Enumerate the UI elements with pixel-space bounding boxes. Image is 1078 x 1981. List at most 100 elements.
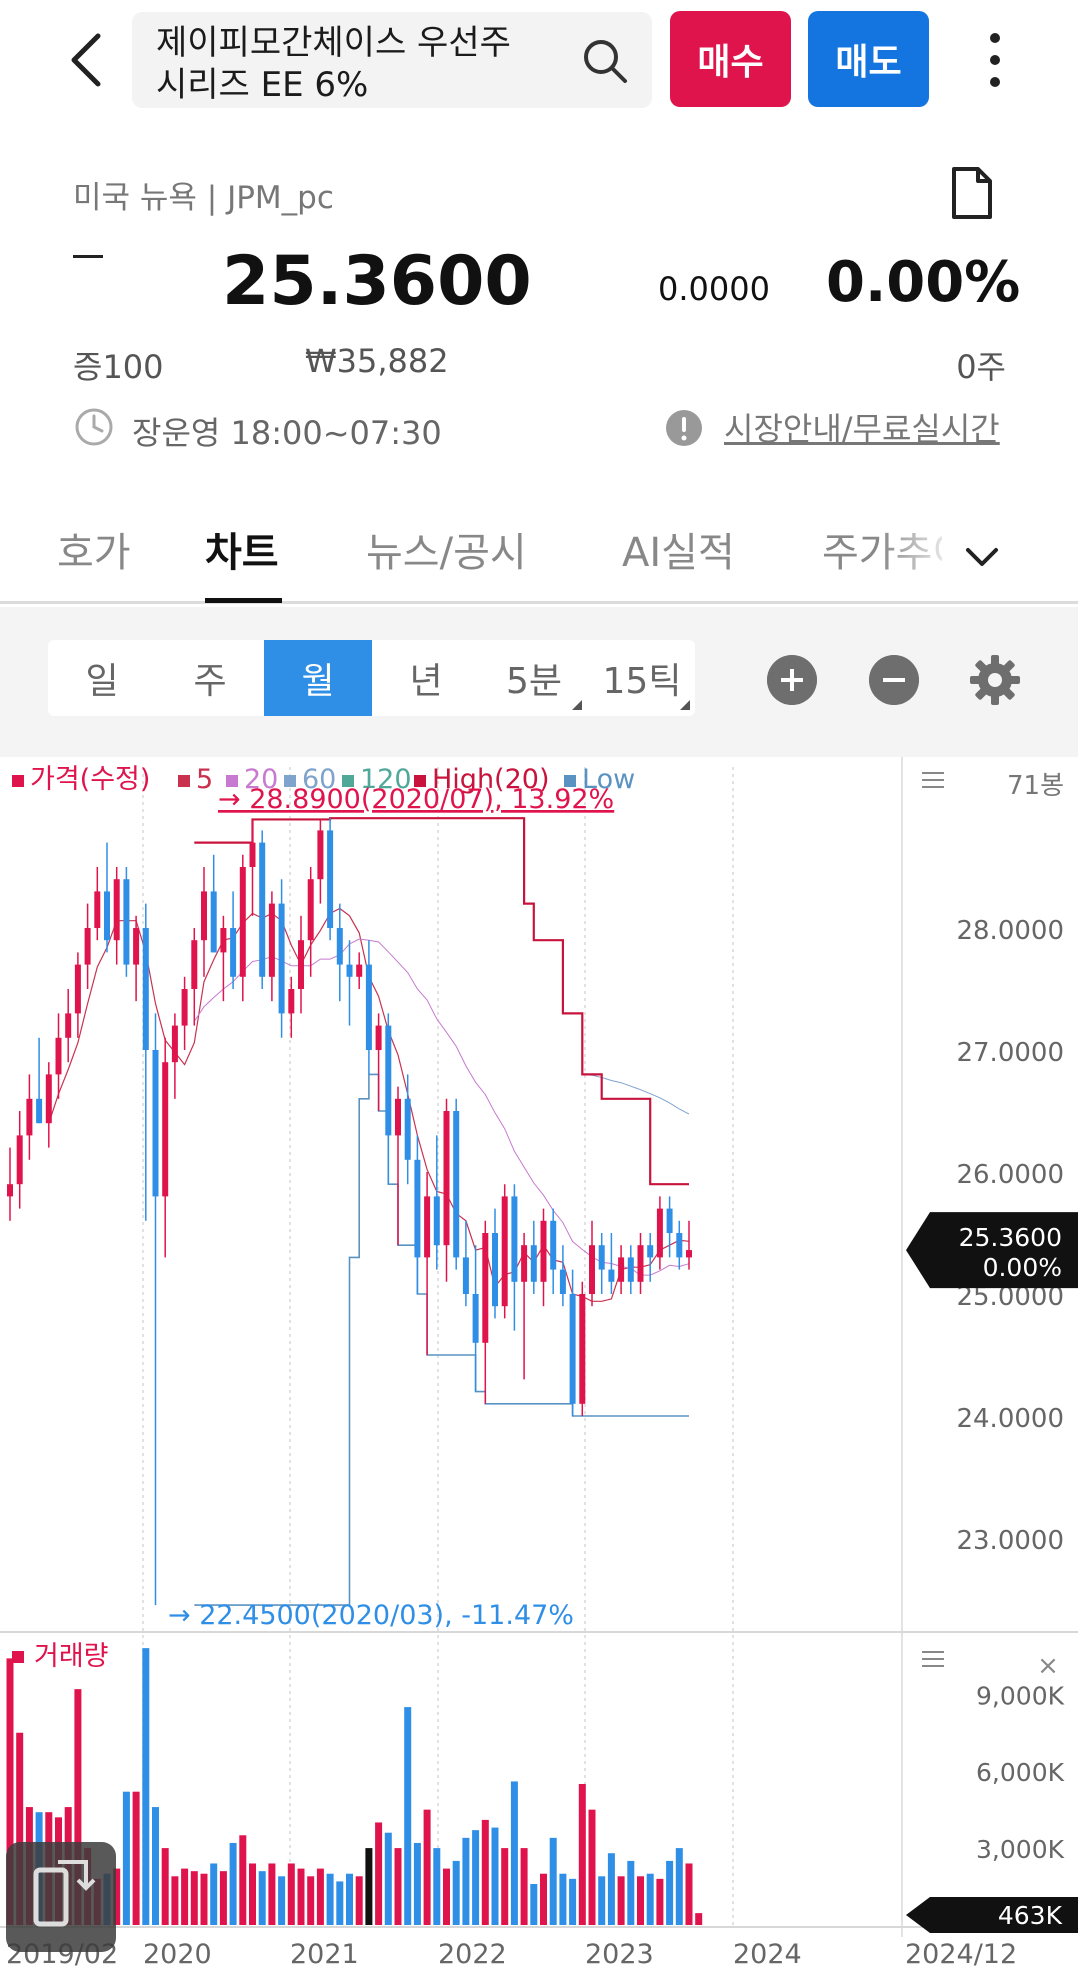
volume-bar — [384, 1832, 392, 1925]
sell-button[interactable]: 매도 — [808, 11, 929, 107]
legend-swatch — [12, 775, 24, 787]
period-selector: 일 주 월 년 5분 15틱 — [48, 640, 695, 716]
y-tick-label: 24.0000 — [956, 1404, 1064, 1434]
gear-icon[interactable] — [968, 653, 1022, 707]
volume-bar — [685, 1863, 693, 1925]
search-icon[interactable] — [580, 36, 630, 86]
ma20-line — [193, 938, 690, 1276]
period-day[interactable]: 일 — [48, 640, 156, 716]
volume-bar — [598, 1876, 606, 1925]
tab-ai-earnings[interactable]: AI실적 — [622, 520, 735, 578]
volume-bar — [200, 1873, 208, 1925]
candle-body — [404, 1098, 411, 1160]
candle-body — [36, 1098, 43, 1124]
candle-body — [462, 1257, 469, 1294]
y-tick-label: 27.0000 — [956, 1038, 1064, 1068]
x-tick-label: 2024/12 — [905, 1939, 1017, 1970]
volume-tick-label: 9,000K — [976, 1681, 1065, 1710]
candle-body — [230, 928, 237, 977]
volume-legend-swatch — [12, 1651, 24, 1663]
volume-bar — [559, 1873, 567, 1925]
current-price-tag-value: 25.3600 — [959, 1223, 1062, 1252]
legend-swatch — [178, 775, 190, 787]
volume-label: 0주 — [956, 348, 1006, 386]
candle-body — [492, 1233, 498, 1307]
x-tick-label: 2023 — [585, 1939, 654, 1970]
x-tick-label: 2024 — [733, 1939, 802, 1970]
candle-body — [7, 1184, 13, 1197]
candle-body — [84, 928, 91, 965]
tab-bar: 호가 차트 뉴스/공시 AI실적 주가추이 — [0, 510, 1078, 604]
candle-body — [278, 903, 285, 1014]
ma60-line — [582, 1073, 690, 1115]
more-menu-icon[interactable] — [975, 30, 1015, 90]
period-year[interactable]: 년 — [372, 640, 480, 716]
volume-bar — [229, 1842, 237, 1925]
candle-body — [608, 1269, 615, 1282]
zoom-in-icon[interactable] — [767, 655, 817, 705]
buy-button[interactable]: 매수 — [670, 11, 791, 107]
back-arrow-icon[interactable] — [62, 28, 112, 92]
chevron-down-icon[interactable] — [962, 536, 1002, 576]
volume-bar — [520, 1848, 528, 1925]
candle-body — [298, 940, 304, 989]
stock-chart[interactable]: 28.0000 27.0000 26.0000 25.0000 24.0000 23.00… — [0, 757, 1078, 1981]
candle-body — [191, 940, 198, 989]
candle-body — [540, 1220, 547, 1282]
chart-svg[interactable]: 28.000027.000026.000025.000024.000023.00… — [0, 757, 1078, 1981]
info-icon — [666, 410, 702, 446]
candle-body — [268, 903, 275, 977]
volume-bar — [569, 1878, 577, 1925]
period-15tick[interactable]: 15틱 — [588, 640, 696, 716]
market-guide-link[interactable]: 시장안내/무료실시간 — [724, 404, 1000, 450]
close-icon: × — [1037, 1651, 1059, 1681]
candle-body — [74, 964, 81, 1014]
search-box[interactable]: 제이피모간체이스 우선주 시리즈 EE 6% — [132, 12, 652, 108]
candle-body — [618, 1257, 625, 1282]
candle-body — [142, 928, 149, 1050]
candle-body — [113, 879, 120, 941]
x-tick-label: 2022 — [438, 1939, 507, 1970]
period-week[interactable]: 주 — [156, 640, 264, 716]
current-price-tag-change: 0.00% — [983, 1253, 1062, 1282]
volume-bar — [132, 1791, 140, 1925]
volume-bar — [637, 1876, 644, 1925]
tab-chart[interactable]: 차트 — [205, 520, 279, 578]
volume-bar — [646, 1873, 654, 1925]
candle-body — [201, 891, 207, 941]
period-month[interactable]: 월 — [264, 640, 372, 716]
volume-bar — [355, 1876, 363, 1925]
period-5min[interactable]: 5분 — [480, 640, 588, 716]
volume-bar — [210, 1863, 218, 1925]
candle-body — [365, 964, 372, 1050]
volume-bar — [656, 1878, 664, 1925]
candle-body — [424, 1196, 431, 1258]
y-tick-label: 23.0000 — [956, 1526, 1064, 1556]
volume-bar — [190, 1871, 198, 1925]
x-tick-label: 2020 — [143, 1939, 212, 1970]
volume-bar — [307, 1876, 315, 1925]
candle-body — [676, 1233, 683, 1258]
volume-bar — [142, 1648, 150, 1925]
candle-body — [686, 1250, 692, 1258]
volume-bar — [152, 1807, 159, 1925]
tab-news[interactable]: 뉴스/공시 — [366, 520, 527, 578]
volume-bar — [462, 1837, 470, 1925]
tab-fade — [880, 510, 960, 590]
y-tick-label: 28.0000 — [956, 916, 1064, 946]
candle-body — [249, 842, 256, 867]
dropdown-corner-icon — [572, 700, 582, 710]
zoom-out-icon[interactable] — [869, 655, 919, 705]
candle-body — [521, 1245, 528, 1282]
tab-orderbook[interactable]: 호가 — [57, 520, 131, 578]
volume-bar — [122, 1791, 130, 1925]
volume-bar — [481, 1819, 489, 1925]
candle-body — [530, 1245, 537, 1282]
document-icon[interactable] — [948, 165, 996, 221]
rotate-screen-button[interactable] — [6, 1842, 116, 1952]
top-bar: 제이피모간체이스 우선주 시리즈 EE 6% 매수 매도 — [0, 0, 1078, 120]
candle-body — [307, 879, 314, 941]
candle-body — [569, 1294, 576, 1404]
volume-legend-label: 거래량 — [34, 1641, 109, 1672]
volume-bar — [326, 1873, 334, 1925]
